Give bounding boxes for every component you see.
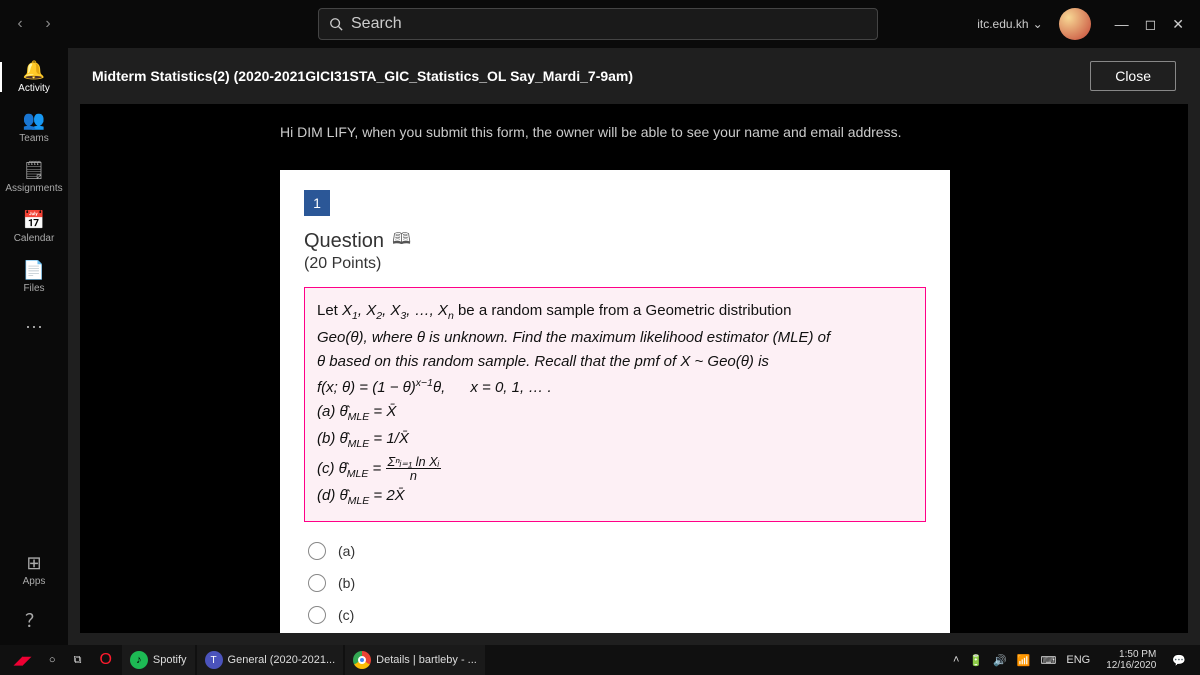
window-controls: — ◻ ✕ bbox=[1107, 16, 1192, 33]
taskbar-chrome[interactable]: Details | bartleby - ... bbox=[345, 645, 485, 675]
sidebar-item-calendar[interactable]: 📅 Calendar bbox=[0, 202, 68, 252]
content: Midterm Statistics(2) (2020-2021GICI31ST… bbox=[68, 48, 1200, 645]
form-area[interactable]: Hi DIM LIFY, when you submit this form, … bbox=[80, 104, 1188, 633]
volume-icon[interactable]: 🔊 bbox=[993, 654, 1007, 667]
taskbar: ◢◤ ○ ⧉ O ♪ Spotify T General (2020-2021.… bbox=[0, 645, 1200, 675]
avatar[interactable] bbox=[1059, 8, 1091, 40]
more-icon: ⋯ bbox=[25, 317, 43, 338]
minimize-button[interactable]: — bbox=[1115, 16, 1129, 33]
search-input[interactable]: Search bbox=[318, 8, 878, 40]
sidebar-item-teams[interactable]: 👥 Teams bbox=[0, 102, 68, 152]
calendar-icon: 📅 bbox=[23, 210, 45, 231]
title-bar: ‹ › Search itc.edu.kh ⌄ — ◻ ✕ bbox=[0, 0, 1200, 48]
question-points: (20 Points) bbox=[304, 255, 926, 273]
option-a[interactable]: (a) bbox=[308, 542, 926, 560]
taskbar-taskview[interactable]: ⧉ bbox=[66, 645, 90, 675]
bell-icon: 🔔 bbox=[23, 60, 45, 81]
search-placeholder: Search bbox=[351, 15, 402, 33]
sidebar-item-help[interactable]: ？ bbox=[0, 595, 68, 645]
keyboard-icon[interactable]: ⌨ bbox=[1041, 654, 1057, 667]
notifications-icon[interactable]: 💬 bbox=[1164, 645, 1194, 675]
taskbar-rog[interactable]: ◢◤ bbox=[6, 645, 39, 675]
answer-options: (a) (b) (c) (d) bbox=[304, 542, 926, 633]
search-icon bbox=[329, 17, 343, 31]
org-label[interactable]: itc.edu.kh ⌄ bbox=[977, 17, 1042, 31]
files-icon: 📄 bbox=[23, 260, 45, 281]
sidebar-item-assignments[interactable]: 🗒 Assignments bbox=[0, 152, 68, 202]
sidebar-item-more[interactable]: ⋯ bbox=[0, 302, 68, 352]
forward-button[interactable]: › bbox=[36, 15, 60, 33]
taskbar-opera[interactable]: O bbox=[91, 645, 119, 675]
sidebar-item-apps[interactable]: ⊞ Apps bbox=[0, 545, 68, 595]
language-indicator[interactable]: ENG bbox=[1066, 654, 1090, 666]
question-body: Let X1, X2, X3, …, Xn be a random sample… bbox=[304, 287, 926, 522]
close-button[interactable]: Close bbox=[1090, 61, 1176, 91]
option-c[interactable]: (c) bbox=[308, 606, 926, 624]
apps-icon: ⊞ bbox=[26, 553, 41, 574]
teams-icon: 👥 bbox=[23, 110, 45, 131]
close-window-button[interactable]: ✕ bbox=[1172, 16, 1184, 33]
taskbar-clock[interactable]: 1:50 PM 12/16/2020 bbox=[1100, 649, 1162, 671]
wifi-icon[interactable]: 📶 bbox=[1017, 654, 1031, 667]
radio-icon bbox=[308, 574, 326, 592]
maximize-button[interactable]: ◻ bbox=[1145, 16, 1157, 33]
page-title: Midterm Statistics(2) (2020-2021GICI31ST… bbox=[92, 68, 633, 84]
sidebar-item-files[interactable]: 📄 Files bbox=[0, 252, 68, 302]
help-icon: ？ bbox=[25, 607, 43, 633]
question-number: 1 bbox=[304, 190, 330, 216]
radio-icon bbox=[308, 542, 326, 560]
immersive-reader-icon[interactable]: 🕮 bbox=[392, 228, 411, 255]
question-card: 1 Question 🕮 (20 Points) Let X1, X2, X3,… bbox=[280, 170, 950, 633]
sidebar: 🔔 Activity 👥 Teams 🗒 Assignments 📅 Calen… bbox=[0, 48, 68, 645]
content-header: Midterm Statistics(2) (2020-2021GICI31ST… bbox=[68, 48, 1200, 104]
tray-expand-icon[interactable]: ˄ bbox=[953, 654, 959, 666]
question-title: Question 🕮 bbox=[304, 228, 926, 255]
option-b[interactable]: (b) bbox=[308, 574, 926, 592]
sidebar-item-activity[interactable]: 🔔 Activity bbox=[0, 52, 68, 102]
radio-icon bbox=[308, 606, 326, 624]
taskbar-spotify[interactable]: ♪ Spotify bbox=[122, 645, 195, 675]
taskbar-start[interactable]: ○ bbox=[41, 645, 64, 675]
chevron-down-icon: ⌄ bbox=[1033, 17, 1043, 31]
battery-icon[interactable]: 🔋 bbox=[969, 654, 983, 667]
taskbar-teams[interactable]: T General (2020-2021... bbox=[197, 645, 344, 675]
privacy-notice: Hi DIM LIFY, when you submit this form, … bbox=[280, 124, 988, 140]
back-button[interactable]: ‹ bbox=[8, 15, 32, 33]
nav-arrows: ‹ › bbox=[8, 15, 60, 33]
assignments-icon: 🗒 bbox=[23, 160, 46, 181]
system-tray[interactable]: ˄ 🔋 🔊 📶 ⌨ ENG bbox=[945, 654, 1098, 667]
